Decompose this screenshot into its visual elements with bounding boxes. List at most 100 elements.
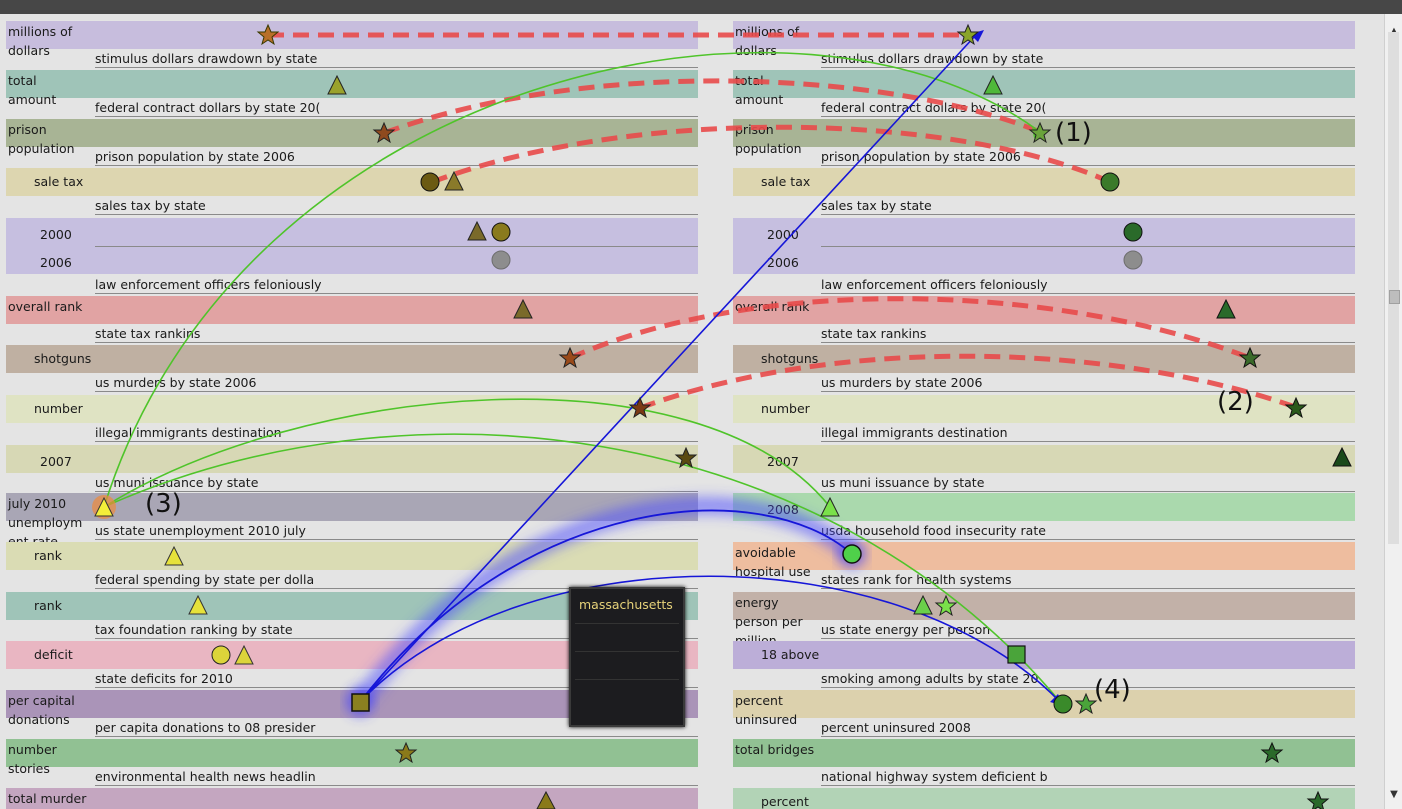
visualization-canvas[interactable]: millions of dollars stimulus dollars draw… bbox=[0, 14, 1384, 809]
row-label: prison population bbox=[8, 122, 75, 156]
row-band bbox=[733, 542, 1355, 570]
right-row[interactable]: millions of dollars stimulus dollars draw… bbox=[733, 21, 1355, 70]
right-row[interactable]: percent bbox=[733, 788, 1355, 809]
scroll-track[interactable] bbox=[1388, 32, 1399, 544]
row-underline bbox=[821, 165, 1355, 166]
left-row[interactable]: millions of dollars stimulus dollars draw… bbox=[6, 21, 698, 70]
left-row[interactable]: rank federal spending by state per dolla bbox=[6, 542, 698, 591]
left-row[interactable]: prison population prison population by st… bbox=[6, 119, 698, 168]
row-underline bbox=[95, 441, 698, 442]
row-underline bbox=[821, 491, 1355, 492]
row-band bbox=[733, 493, 1355, 521]
left-row[interactable]: shotguns us murders by state 2006 bbox=[6, 345, 698, 394]
row-label: 2000 bbox=[767, 227, 799, 242]
row-title: law enforcement officers feloniously bbox=[821, 277, 1047, 292]
row-band bbox=[6, 296, 698, 324]
window-title-bar bbox=[0, 0, 1402, 14]
row-label: number stories bbox=[8, 742, 57, 776]
row-title: law enforcement officers feloniously bbox=[95, 277, 321, 292]
row-underline bbox=[95, 165, 698, 166]
right-row[interactable]: number illegal immigrants destination bbox=[733, 395, 1355, 444]
row-title: state tax rankins bbox=[95, 326, 201, 341]
row-label: shotguns bbox=[34, 351, 92, 366]
row-band bbox=[733, 119, 1355, 147]
row-label: total amount bbox=[8, 73, 57, 107]
row-underline bbox=[95, 391, 698, 392]
row-title: us state unemployment 2010 july bbox=[95, 523, 306, 538]
row-title: stimulus dollars drawdown by state bbox=[95, 51, 318, 66]
row-label: sale tax bbox=[34, 174, 84, 189]
right-row[interactable]: 2008 usda household food insecurity rate bbox=[733, 493, 1355, 542]
left-row[interactable]: number stories environmental health news … bbox=[6, 739, 698, 788]
row-band bbox=[733, 70, 1355, 98]
row-title: us murders by state 2006 bbox=[821, 375, 983, 390]
row-label: millions of dollars bbox=[8, 24, 73, 58]
right-row[interactable]: shotguns us murders by state 2006 bbox=[733, 345, 1355, 394]
row-title: illegal immigrants destination bbox=[821, 425, 1008, 440]
right-row[interactable]: 2000 2006 law enforcement officers felonio… bbox=[733, 218, 1355, 294]
row-divider bbox=[95, 246, 698, 247]
row-band bbox=[6, 70, 698, 98]
row-band bbox=[6, 739, 698, 767]
scroll-thumb[interactable] bbox=[1389, 290, 1400, 304]
row-underline bbox=[95, 785, 698, 786]
row-label: sale tax bbox=[761, 174, 811, 189]
left-row[interactable]: 2000 2006 law enforcement officers felonio… bbox=[6, 218, 698, 294]
right-row[interactable]: total amount federal contract dollars by … bbox=[733, 70, 1355, 119]
row-title: us muni issuance by state bbox=[821, 475, 985, 490]
row-label: rank bbox=[34, 598, 62, 613]
row-underline bbox=[821, 441, 1355, 442]
row-title: national highway system deficient b bbox=[821, 769, 1047, 784]
right-row[interactable]: energy person per millionus state energy… bbox=[733, 592, 1355, 648]
left-row[interactable]: number illegal immigrants destination bbox=[6, 395, 698, 444]
row-title: state deficits for 2010 bbox=[95, 671, 233, 686]
left-row[interactable]: total amount federal contract dollars by … bbox=[6, 70, 698, 119]
row-title: environmental health news headlin bbox=[95, 769, 316, 784]
row-band bbox=[733, 445, 1355, 473]
row-label: total murder bbox=[8, 791, 87, 806]
row-title: us murders by state 2006 bbox=[95, 375, 257, 390]
row-title: sales tax by state bbox=[821, 198, 932, 213]
left-row[interactable]: 2007 us muni issuance by state bbox=[6, 445, 698, 494]
right-row[interactable]: sale tax sales tax by state bbox=[733, 168, 1355, 217]
right-row[interactable]: overall rank state tax rankins bbox=[733, 296, 1355, 345]
annotation-2: (2) bbox=[1217, 387, 1254, 417]
right-row[interactable]: prison population prison population by st… bbox=[733, 119, 1355, 168]
right-row[interactable]: 2007 us muni issuance by state bbox=[733, 445, 1355, 494]
right-row[interactable]: percent uninsured percent uninsured 2008 bbox=[733, 690, 1355, 739]
right-row[interactable]: total bridges national highway system def… bbox=[733, 739, 1355, 788]
row-title: federal contract dollars by state 20( bbox=[821, 100, 1047, 115]
state-tooltip: massachusetts bbox=[569, 587, 685, 727]
row-label: rank bbox=[34, 548, 62, 563]
row-band bbox=[733, 788, 1355, 809]
right-row[interactable]: 18 above smoking among adults by state 20 bbox=[733, 641, 1355, 690]
row-title: federal spending by state per dolla bbox=[95, 572, 315, 587]
row-title: illegal immigrants destination bbox=[95, 425, 282, 440]
row-underline bbox=[821, 539, 1355, 540]
row-title: usda household food insecurity rate bbox=[821, 523, 1046, 538]
right-row[interactable]: avoidable hospital use states rank for he… bbox=[733, 542, 1355, 591]
row-underline bbox=[95, 491, 698, 492]
row-band bbox=[733, 21, 1355, 49]
row-label: 2007 bbox=[767, 454, 799, 469]
left-row[interactable]: overall rank state tax rankins bbox=[6, 296, 698, 345]
row-title: per capita donations to 08 presider bbox=[95, 720, 316, 735]
left-row[interactable]: july 2010 unemploym ent rateus state une… bbox=[6, 493, 698, 549]
row-title: tax foundation ranking by state bbox=[95, 622, 293, 637]
row-title: stimulus dollars drawdown by state bbox=[821, 51, 1044, 66]
row-underline bbox=[821, 736, 1355, 737]
row-underline bbox=[95, 736, 698, 737]
row-title: prison population by state 2006 bbox=[821, 149, 1021, 164]
row-band bbox=[6, 493, 698, 521]
row-title: states rank for health systems bbox=[821, 572, 1012, 587]
row-title: federal contract dollars by state 20( bbox=[95, 100, 321, 115]
row-underline bbox=[821, 638, 1355, 639]
vertical-scrollbar[interactable]: ▲ ▼ bbox=[1384, 14, 1402, 809]
left-row[interactable]: total murder bbox=[6, 788, 698, 809]
row-underline bbox=[95, 293, 698, 294]
row-band bbox=[733, 395, 1355, 423]
left-row[interactable]: sale tax sales tax by state bbox=[6, 168, 698, 217]
row-underline bbox=[821, 342, 1355, 343]
scroll-down-button[interactable]: ▼ bbox=[1385, 787, 1402, 803]
row-band bbox=[6, 246, 698, 274]
